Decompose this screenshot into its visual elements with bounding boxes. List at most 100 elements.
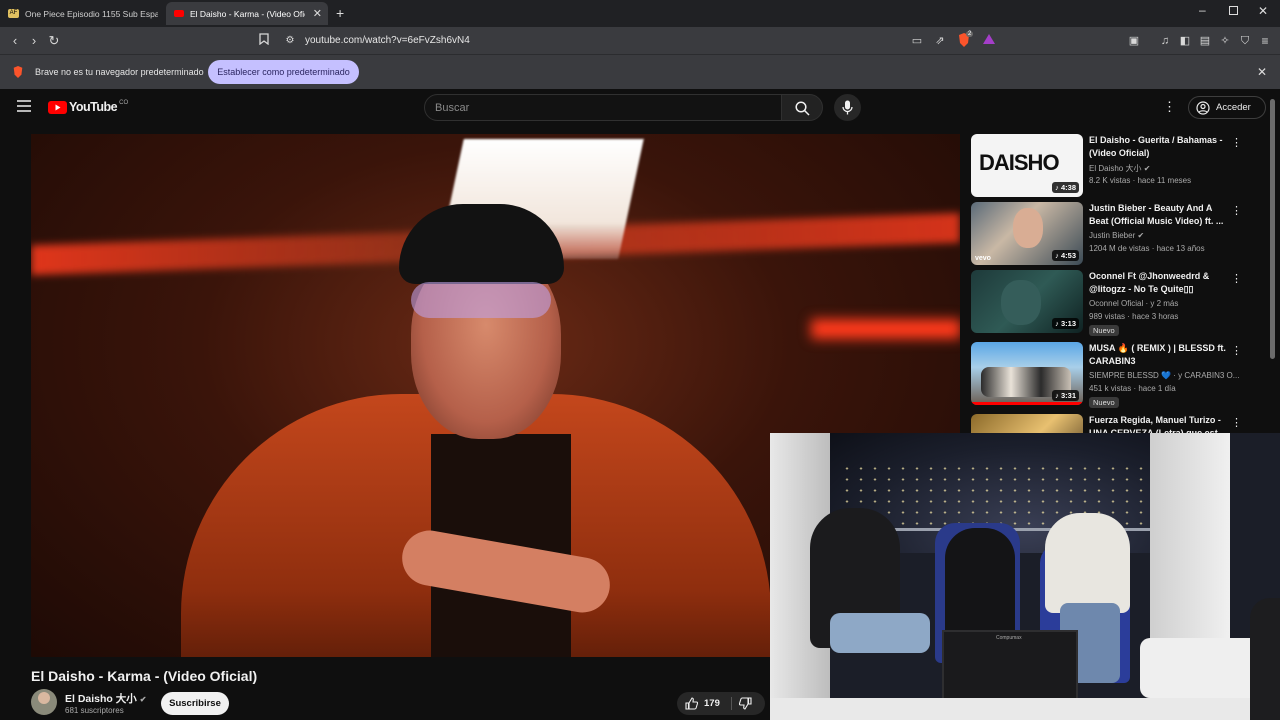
video-thumbnail[interactable]: vevo ♪ 4:53 [971, 202, 1083, 265]
new-badge: Nuevo [1089, 325, 1119, 336]
subscriber-count: 681 suscriptores [65, 706, 124, 715]
dislike-button[interactable] [738, 697, 752, 715]
thumbnail-figure [1013, 208, 1043, 248]
duration-badge: ♪ 4:38 [1052, 182, 1079, 193]
browser-tab-strip: AF One Piece Episodio 1155 Sub Españo El… [0, 0, 1280, 27]
like-button[interactable]: 179 [685, 697, 720, 710]
duration-badge: ♪ 4:53 [1052, 250, 1079, 261]
recommended-video[interactable]: DAISHO ♪ 4:38 El Daisho - Guerita / Baha… [971, 134, 1271, 198]
search-button[interactable] [781, 94, 823, 121]
tab-one-piece[interactable]: AF One Piece Episodio 1155 Sub Españo [8, 2, 158, 25]
search-input[interactable]: Buscar [424, 94, 782, 121]
person-right [1045, 513, 1130, 613]
video-title[interactable]: MUSA 🔥 ( REMIX ) | BLESSD ft. CARABIN3 [1089, 342, 1227, 368]
channel-name[interactable]: SIEMPRE BLESSD 💙 · y CARABIN3 O... [1089, 371, 1239, 380]
duration-badge: ♪ 3:31 [1052, 390, 1079, 401]
thumbs-down-icon [738, 697, 752, 710]
infobar-message: Brave no es tu navegador predeterminado [35, 67, 204, 77]
page-scrollbar[interactable] [1270, 99, 1275, 359]
site-info-icon[interactable]: ⚙ [281, 32, 299, 50]
singer-glasses [411, 282, 551, 318]
brave-rewards-icon[interactable] [980, 32, 998, 50]
video-title: El Daisho - Karma - (Video Oficial) [31, 668, 258, 684]
thumbnail-figure [1001, 280, 1041, 325]
recommended-video[interactable]: vevo ♪ 4:53 Justin Bieber - Beauty And A… [971, 202, 1271, 266]
watch-progress-bar [971, 402, 1083, 405]
right-red-light [811, 319, 960, 339]
youtube-logo[interactable]: YouTube CO [48, 100, 128, 114]
address-bar-url[interactable]: youtube.com/watch?v=6eFvZsh6vN4 [305, 35, 470, 46]
video-meta: 989 vistas · hace 3 horas [1089, 312, 1179, 321]
verified-icon: ✔ [139, 695, 147, 704]
vpn-icon[interactable]: ⛉ [1236, 32, 1254, 50]
back-icon[interactable]: ‹ [6, 32, 24, 50]
microphone-icon [842, 100, 853, 115]
wallet-icon[interactable]: ▤ [1196, 32, 1214, 50]
like-divider [731, 697, 732, 710]
media-icon[interactable]: ♫ [1156, 32, 1174, 50]
browser-toolbar: ‹ › ↻ ⚙ youtube.com/watch?v=6eFvZsh6vN4 … [0, 27, 1280, 54]
verified-icon: ✔ [1143, 164, 1151, 173]
kebab-menu-icon[interactable]: ⋮ [1231, 272, 1242, 285]
restore-window-icon[interactable] [1229, 6, 1238, 15]
minimize-window-icon[interactable]: – [1199, 3, 1206, 17]
youtube-play-logo-icon [48, 100, 67, 114]
sidebar-panel-icon[interactable]: ▣ [1125, 32, 1143, 50]
anime-site-favicon-icon: AF [8, 9, 19, 18]
brave-logo-icon [12, 65, 24, 84]
default-browser-infobar: Brave no es tu navegador predeterminado … [0, 54, 1280, 89]
recommended-video[interactable]: ♪ 3:31 MUSA 🔥 ( REMIX ) | BLESSD ft. CAR… [971, 342, 1271, 408]
video-title[interactable]: El Daisho - Guerita / Bahamas - (Video O… [1089, 134, 1227, 160]
cast-icon[interactable]: ▭ [908, 32, 926, 50]
white-desk [770, 698, 1280, 720]
video-meta: 8.2 K vistas · hace 11 meses [1089, 176, 1192, 185]
channel-name[interactable]: Justin Bieber ✔ [1089, 231, 1144, 240]
video-meta: 1204 M de vistas · hace 13 años [1089, 244, 1205, 253]
video-title[interactable]: Justin Bieber - Beauty And A Beat (Offic… [1089, 202, 1227, 228]
menu-icon[interactable]: ≡ [1256, 32, 1274, 50]
forward-icon[interactable]: › [25, 32, 43, 50]
set-default-button[interactable]: Establecer como predeterminado [208, 60, 359, 84]
reading-list-icon[interactable]: ◧ [1176, 32, 1194, 50]
subscribe-button[interactable]: Suscribirse [161, 692, 229, 715]
close-infobar-icon[interactable]: ✕ [1257, 65, 1267, 79]
kebab-menu-icon[interactable]: ⋮ [1231, 344, 1242, 357]
kebab-menu-icon[interactable]: ⋮ [1231, 204, 1242, 217]
signin-button[interactable]: Acceder [1188, 96, 1266, 119]
channel-name[interactable]: El Daisho 大小 ✔ [1089, 163, 1150, 174]
leo-ai-icon[interactable]: ✧ [1216, 32, 1234, 50]
channel-avatar[interactable] [31, 689, 57, 715]
video-thumbnail[interactable]: ♪ 3:31 [971, 342, 1083, 405]
video-title[interactable]: Oconnel Ft @Jhonweedrd & @litogzz - No T… [1089, 270, 1227, 296]
youtube-favicon-icon [174, 10, 184, 17]
share-icon[interactable]: ⇗ [931, 32, 949, 50]
video-meta: 451 k vistas · hace 1 día [1089, 384, 1176, 393]
tab-el-daisho-karma[interactable]: El Daisho - Karma - (Video Oficia ✕ [166, 2, 328, 25]
settings-kebab-icon[interactable]: ⋮ [1163, 99, 1176, 115]
new-badge: Nuevo [1089, 397, 1119, 408]
search-icon [795, 101, 810, 116]
recommended-video[interactable]: ♪ 3:13 Oconnel Ft @Jhonweedrd & @litogzz… [971, 270, 1271, 336]
kebab-menu-icon[interactable]: ⋮ [1231, 416, 1242, 429]
stream-camera-overlay: Compumax [770, 433, 1280, 720]
person-left-jeans [830, 613, 930, 653]
video-thumbnail[interactable]: ♪ 3:13 [971, 270, 1083, 333]
plus-icon[interactable]: + [336, 5, 344, 21]
hamburger-menu-icon[interactable] [17, 99, 31, 117]
close-tab-icon[interactable]: ✕ [313, 7, 322, 20]
duration-badge: ♪ 3:13 [1052, 318, 1079, 329]
account-circle-icon [1196, 101, 1210, 115]
verified-icon: ✔ [1137, 231, 1145, 240]
close-window-icon[interactable]: ✕ [1258, 4, 1268, 18]
bookmark-icon[interactable] [255, 32, 273, 50]
channel-name[interactable]: El Daisho 大小 ✔ [65, 691, 146, 706]
voice-search-button[interactable] [834, 94, 861, 121]
person-edge-right [1250, 598, 1280, 720]
person-center [945, 528, 1015, 638]
kebab-menu-icon[interactable]: ⋮ [1231, 136, 1242, 149]
avatar-face [38, 692, 50, 704]
reload-icon[interactable]: ↻ [45, 32, 63, 50]
channel-name[interactable]: Oconnel Oficial · y 2 más [1089, 299, 1178, 308]
like-dislike-bar: 179 [677, 692, 765, 715]
video-thumbnail[interactable]: DAISHO ♪ 4:38 [971, 134, 1083, 197]
